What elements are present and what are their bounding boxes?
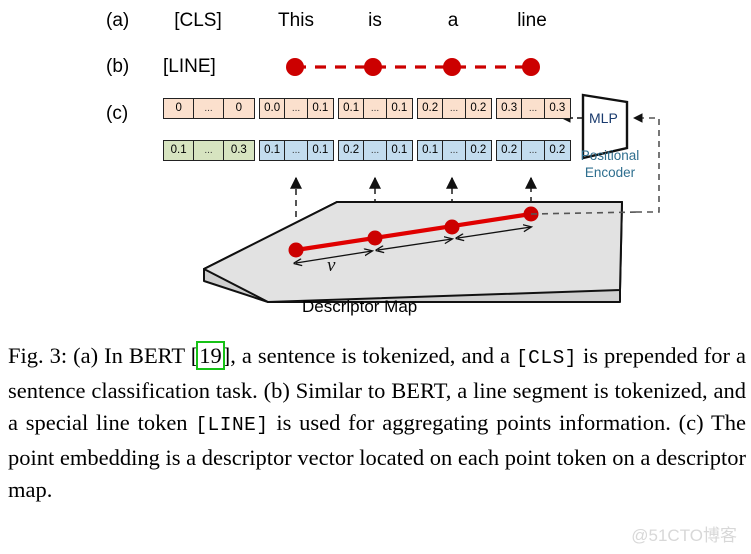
watermark: @51CTO博客 [631,526,737,545]
vec-cell: ... [285,141,308,160]
vec-cell: 0.2 [465,99,491,118]
vec-cell: ... [522,141,545,160]
row-label-a: (a) [106,10,130,31]
embedding-special-bottom: 0.1 ... 0.3 [163,140,255,161]
embedding-token-2-bottom: 0.1 ... 0.2 [417,140,492,161]
embedding-token-1-top: 0.1 ... 0.1 [338,98,413,119]
caption-part1: ], a sentence is tokenized, and a [222,343,516,368]
embedding-token-0-top: 0.0 ... 0.1 [259,98,334,119]
vec-cell: ... [194,141,224,160]
vec-cell: 0 [223,99,254,118]
token-cls: [CLS] [174,10,222,31]
vec-cell: 0.3 [497,99,523,118]
embedding-token-1-bottom: 0.2 ... 0.1 [338,140,413,161]
positional-encoder-label: Positional Encoder [564,148,656,182]
token-word-0: This [278,10,314,31]
vec-cell: 0.0 [260,99,286,118]
vec-cell: ... [194,99,224,118]
vec-cell: 0.1 [386,99,412,118]
token-word-2: a [447,10,459,31]
vec-cell: 0.2 [339,141,365,160]
vec-cell: 0 [164,99,195,118]
token-word-3: line [517,10,547,31]
embedding-token-2-top: 0.2 ... 0.2 [417,98,492,119]
vec-cell: 0.1 [164,141,195,160]
vec-cell: 0.2 [418,99,444,118]
row-label-c: (c) [106,103,129,124]
vec-cell: 0.1 [260,141,286,160]
vec-cell: ... [364,141,387,160]
vec-cell: 0.1 [307,141,333,160]
positional-encoder-line2: Encoder [584,164,636,180]
vec-cell: 0.1 [339,99,365,118]
vec-cell: ... [443,99,466,118]
caption-cls-token: [CLS] [515,347,577,369]
vec-cell: ... [522,99,545,118]
caption-line-token: [LINE] [195,414,269,436]
embedding-token-0-bottom: 0.1 ... 0.1 [259,140,334,161]
row-label-b: (b) [106,56,130,77]
embedding-token-3-bottom: 0.2 ... 0.2 [496,140,571,161]
vec-cell: ... [364,99,387,118]
vec-cell: 0.2 [465,141,491,160]
mlp-label: MLP [589,110,618,126]
vec-cell: 0.1 [307,99,333,118]
descriptor-map-label: Descriptor Map [302,297,418,316]
figure-panel: (a) (b) (c) [CLS] This is a line [LINE] … [0,0,751,333]
vec-cell: ... [443,141,466,160]
positional-encoder-line1: Positional [580,148,640,163]
figure-caption: Fig. 3: (a) In BERT [19], a sentence is … [8,340,746,507]
descriptor-map-plane [203,201,623,303]
token-word-1: is [368,10,382,31]
line-token-points [286,58,540,76]
caption-prefix: Fig. 3: (a) In BERT [ [8,343,199,368]
embedding-token-3-top: 0.3 ... 0.3 [496,98,571,119]
vec-cell: 0.3 [223,141,254,160]
vec-cell: 0.3 [544,99,570,118]
citation-reference[interactable]: 19 [196,341,225,370]
vec-cell: ... [285,99,308,118]
vec-cell: 0.1 [418,141,444,160]
token-line: [LINE] [163,56,216,77]
vec-cell: 0.2 [497,141,523,160]
embedding-special-top: 0 ... 0 [163,98,255,119]
vector-symbol-label: v [327,255,336,276]
vec-cell: 0.1 [386,141,412,160]
